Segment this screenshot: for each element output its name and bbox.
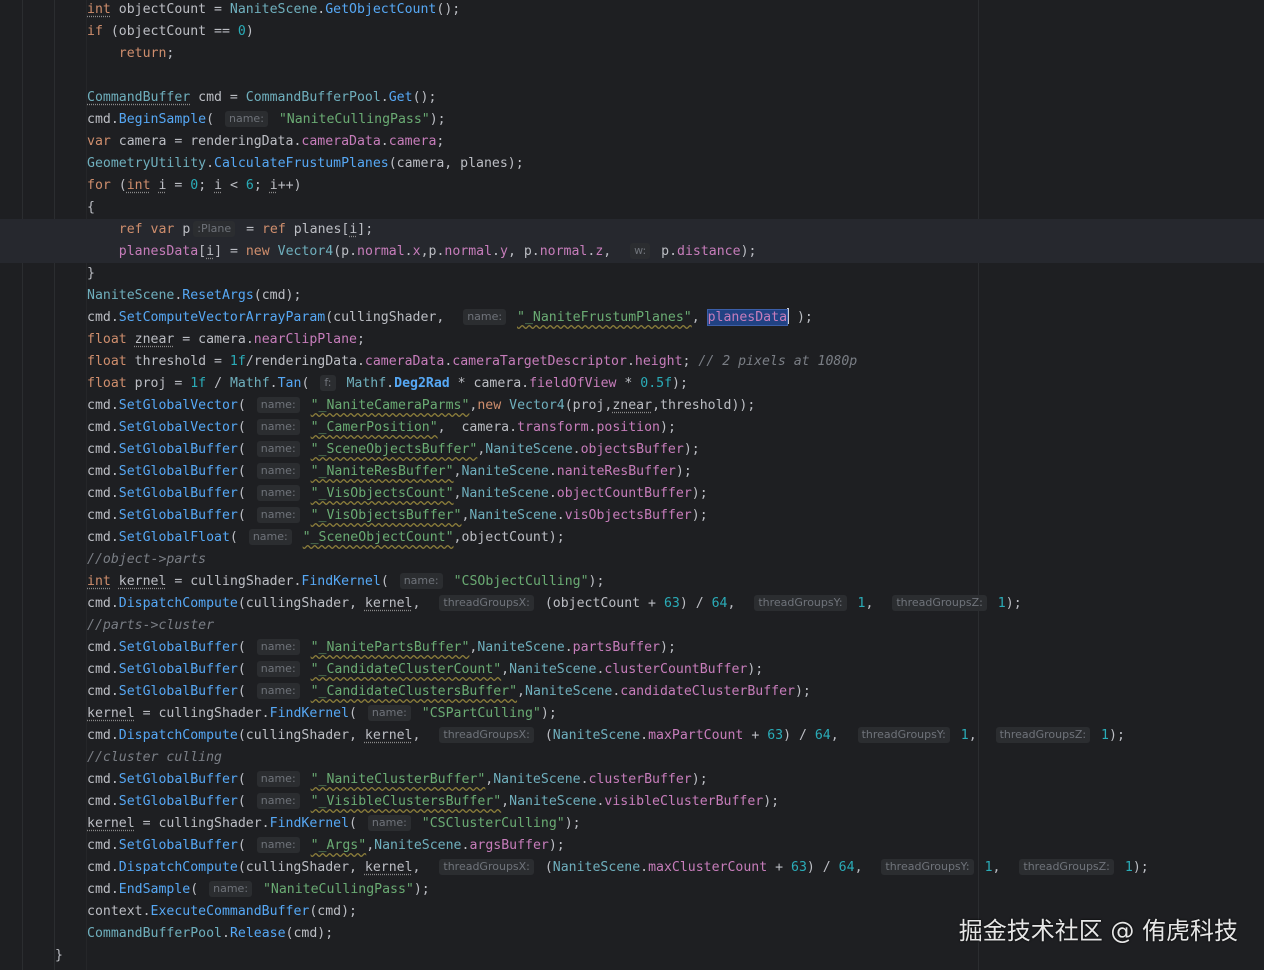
code-line[interactable]: //cluster culling xyxy=(87,747,222,769)
code-line[interactable]: cmd.SetGlobalFloat( name: "_SceneObjectC… xyxy=(87,527,565,549)
code-line[interactable]: { xyxy=(87,197,95,219)
code-line[interactable]: cmd.SetGlobalBuffer( name: "_Args",Nanit… xyxy=(87,835,565,857)
code-line[interactable]: CommandBufferPool.Release(cmd); xyxy=(87,923,333,945)
code-line[interactable]: if (objectCount == 0) xyxy=(87,21,254,43)
code-line[interactable]: cmd.DispatchCompute(cullingShader, kerne… xyxy=(87,857,1149,879)
code-line[interactable]: NaniteScene.ResetArgs(cmd); xyxy=(87,285,301,307)
code-line[interactable]: cmd.SetGlobalBuffer( name: "_CandidateCl… xyxy=(87,681,811,703)
code-line[interactable]: kernel = cullingShader.FindKernel( name:… xyxy=(87,813,581,835)
code-line[interactable]: kernel = cullingShader.FindKernel( name:… xyxy=(87,703,557,725)
code-line[interactable]: cmd.SetGlobalBuffer( name: "_NaniteResBu… xyxy=(87,461,692,483)
gutter-border xyxy=(22,0,23,970)
code-line[interactable]: cmd.SetGlobalVector( name: "_CamerPositi… xyxy=(87,417,676,439)
code-line[interactable]: cmd.SetGlobalBuffer( name: "_VisObjectsC… xyxy=(87,483,708,505)
code-line[interactable]: cmd.SetGlobalVector( name: "_NaniteCamer… xyxy=(87,395,755,417)
code-line[interactable]: //parts->cluster xyxy=(87,615,214,637)
code-line[interactable]: ref var p:Plane = ref planes[i]; xyxy=(87,219,373,241)
code-line[interactable]: float znear = camera.nearClipPlane; xyxy=(87,329,365,351)
code-line[interactable]: cmd.SetGlobalBuffer( name: "_SceneObject… xyxy=(87,439,700,461)
code-line[interactable]: cmd.DispatchCompute(cullingShader, kerne… xyxy=(87,725,1125,747)
code-line[interactable]: //object->parts xyxy=(87,549,206,571)
code-line[interactable]: int objectCount = NaniteScene.GetObjectC… xyxy=(87,0,460,21)
code-line[interactable]: float threshold = 1f/renderingData.camer… xyxy=(87,351,857,373)
indent-guide xyxy=(54,0,55,970)
code-line[interactable]: cmd.BeginSample( name: "NaniteCullingPas… xyxy=(87,109,446,131)
code-editor[interactable]: int objectCount = NaniteScene.GetObjectC… xyxy=(0,0,1264,970)
code-line[interactable]: cmd.SetGlobalBuffer( name: "_NaniteParts… xyxy=(87,637,676,659)
code-line[interactable]: cmd.DispatchCompute(cullingShader, kerne… xyxy=(87,593,1022,615)
code-line[interactable]: cmd.SetGlobalBuffer( name: "_NaniteClust… xyxy=(87,769,708,791)
code-line[interactable]: GeometryUtility.CalculateFrustumPlanes(c… xyxy=(87,153,524,175)
code-line[interactable]: } xyxy=(55,945,63,967)
code-line[interactable]: cmd.SetGlobalBuffer( name: "_CandidateCl… xyxy=(87,659,763,681)
code-line[interactable]: cmd.EndSample( name: "NaniteCullingPass"… xyxy=(87,879,430,901)
watermark: 掘金技术社区 @ 侑虎科技 xyxy=(958,917,1238,945)
code-line[interactable]: cmd.SetGlobalBuffer( name: "_VisibleClus… xyxy=(87,791,779,813)
code-line[interactable]: } xyxy=(87,263,95,285)
code-line[interactable]: for (int i = 0; i < 6; i++) xyxy=(87,175,302,197)
code-line[interactable]: cmd.SetGlobalBuffer( name: "_VisObjectsB… xyxy=(87,505,708,527)
right-margin-guide xyxy=(978,0,979,970)
text-caret xyxy=(787,308,790,324)
code-line[interactable]: planesData[i] = new Vector4(p.normal.x,p… xyxy=(87,241,756,263)
code-line[interactable]: cmd.SetComputeVectorArrayParam(cullingSh… xyxy=(87,307,813,329)
code-line[interactable]: context.ExecuteCommandBuffer(cmd); xyxy=(87,901,357,923)
code-line[interactable]: float proj = 1f / Mathf.Tan( f: Mathf.De… xyxy=(87,373,688,395)
code-line[interactable]: var camera = renderingData.cameraData.ca… xyxy=(87,131,444,153)
code-line[interactable]: return; xyxy=(87,43,175,65)
code-line[interactable]: CommandBuffer cmd = CommandBufferPool.Ge… xyxy=(87,87,436,109)
code-line[interactable]: int kernel = cullingShader.FindKernel( n… xyxy=(87,571,604,593)
